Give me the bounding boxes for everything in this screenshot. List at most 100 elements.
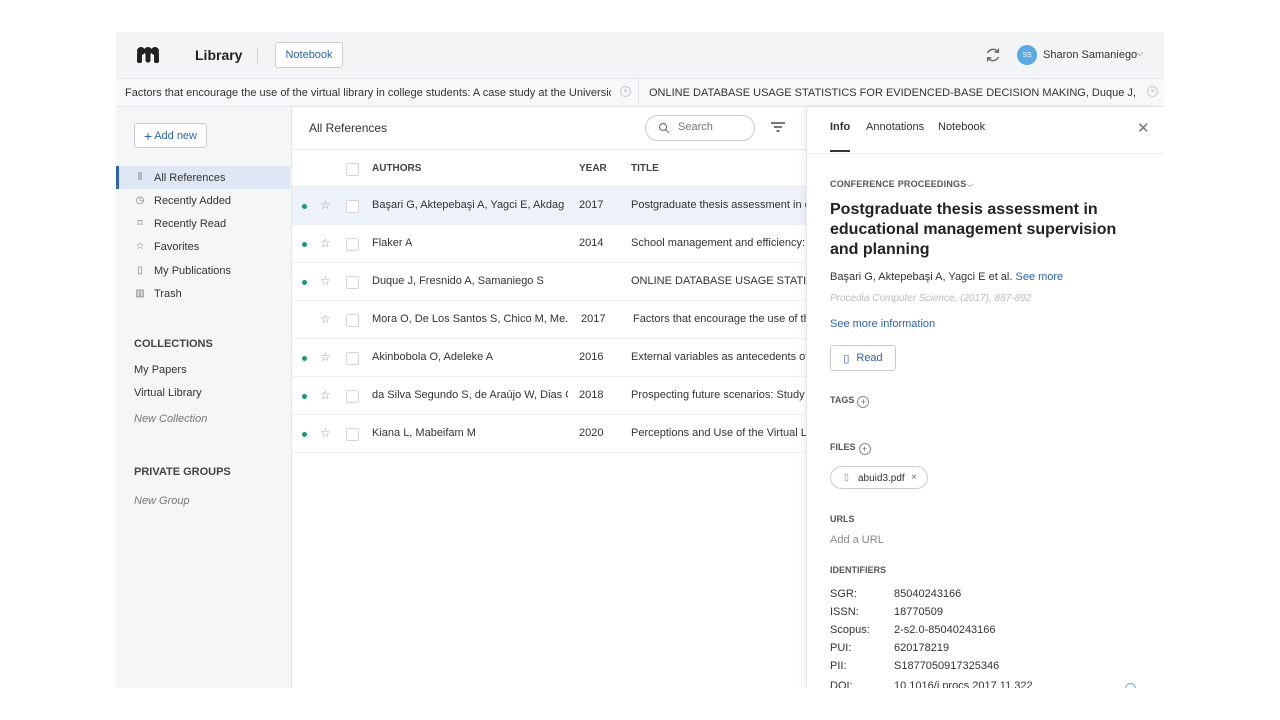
column-header-title[interactable]: TITLE <box>631 163 659 174</box>
row-authors: Flaker A <box>372 237 413 249</box>
sidebar-item-all-references[interactable]: ⫴ All References <box>116 166 290 189</box>
library-icon: ⫴ <box>137 172 143 183</box>
row-year: 2017 <box>579 199 604 211</box>
private-groups-heading: PRIVATE GROUPS <box>134 466 231 478</box>
tab-notebook[interactable]: Notebook <box>938 121 985 133</box>
new-collection-button[interactable]: New Collection <box>134 413 207 425</box>
details-panel: Info Annotations Notebook ✕ CONFERENCE P… <box>806 107 1164 688</box>
unread-dot <box>302 356 307 361</box>
bookmark-icon: ⌑ <box>137 218 143 229</box>
file-chip[interactable]: ▯ abuid3.pdf × <box>830 466 928 489</box>
add-new-button[interactable]: + Add new <box>134 123 207 148</box>
row-year: 2016 <box>579 351 604 363</box>
sidebar-item-favorites[interactable]: ☆ Favorites <box>116 235 290 258</box>
help-icon[interactable] <box>1125 683 1136 688</box>
table-row[interactable]: ☆ da Silva Segundo S, de Araújo W, Dias … <box>292 377 806 415</box>
document-type-select[interactable]: CONFERENCE PROCEEDINGS⌵ <box>830 179 973 190</box>
table-row[interactable]: ☆ Duque J, Fresnido A, Samaniego S ONLIN… <box>292 263 806 301</box>
close-tab-icon[interactable]: × <box>1147 86 1158 97</box>
table-row[interactable]: ☆ Mora O, De Los Santos S, Chico M, Me..… <box>292 301 806 339</box>
sidebar-item-recently-read[interactable]: ⌑ Recently Read <box>116 212 290 235</box>
favorite-star-icon[interactable]: ☆ <box>320 274 331 288</box>
row-checkbox[interactable] <box>346 428 359 441</box>
tab-info[interactable]: Info <box>830 121 850 133</box>
row-checkbox[interactable] <box>346 200 359 213</box>
document-authors: Başari G, Aktepebaşi A, Yagci E et al. S… <box>830 271 1063 283</box>
row-year: 2018 <box>579 389 604 401</box>
sidebar-item-my-publications[interactable]: ▯ My Publications <box>116 259 290 282</box>
table-row[interactable]: ☆ Akinbobola O, Adeleke A 2016 External … <box>292 339 806 377</box>
table-header: AUTHORS YEAR TITLE <box>292 149 806 187</box>
publication-icon: ▯ <box>137 265 143 276</box>
row-authors: Kiana L, Mabeifam M <box>372 427 476 439</box>
favorite-star-icon[interactable]: ☆ <box>320 350 331 364</box>
close-tab-icon[interactable]: × <box>620 86 631 97</box>
row-authors: Mora O, De Los Santos S, Chico M, Me... <box>372 313 568 325</box>
select-all-checkbox[interactable] <box>346 163 359 176</box>
row-checkbox[interactable] <box>346 390 359 403</box>
favorite-star-icon[interactable]: ☆ <box>320 388 331 402</box>
identifiers-label: IDENTIFIERS <box>830 565 887 575</box>
close-icon[interactable]: ✕ <box>1137 119 1150 137</box>
favorite-star-icon[interactable]: ☆ <box>320 236 331 250</box>
sidebar-item-label: Favorites <box>154 240 200 253</box>
add-file-icon[interactable]: + <box>858 443 871 455</box>
see-more-link[interactable]: See more <box>1015 271 1063 283</box>
row-authors: Başari G, Aktepebaşi A, Yagci E, Akdag S <box>372 199 568 211</box>
library-title: Library <box>195 47 243 63</box>
book-icon: ▯ <box>843 352 850 365</box>
row-checkbox[interactable] <box>346 314 359 327</box>
add-tag-icon[interactable]: + <box>857 396 870 408</box>
column-header-authors[interactable]: AUTHORS <box>372 163 421 174</box>
chevron-down-icon[interactable]: ⌵ <box>1136 48 1144 59</box>
table-row[interactable]: ☆ Başari G, Aktepebaşi A, Yagci E, Akdag… <box>292 187 806 225</box>
row-title: Prospecting future scenarios: Study im <box>631 389 806 401</box>
unread-dot <box>302 432 307 437</box>
document-tab-title: Factors that encourage the use of the vi… <box>125 86 611 99</box>
document-tab-title: ONLINE DATABASE USAGE STATISTICS FOR EVI… <box>649 86 1139 99</box>
mendeley-logo-icon[interactable] <box>134 44 162 66</box>
document-title[interactable]: Postgraduate thesis assessment in educat… <box>830 200 1140 260</box>
identifier-value: 18770509 <box>894 606 943 618</box>
sidebar-item-label: Recently Added <box>154 194 232 207</box>
filter-icon[interactable] <box>770 120 786 134</box>
table-row[interactable]: ☆ Kiana L, Mabeifam M 2020 Perceptions a… <box>292 415 806 453</box>
row-checkbox[interactable] <box>346 352 359 365</box>
read-button[interactable]: ▯ Read <box>830 345 896 371</box>
sidebar-item-recently-added[interactable]: ◷ Recently Added <box>116 189 290 212</box>
identifier-value: 2-s2.0-85040243166 <box>894 624 996 636</box>
search-box[interactable] <box>645 115 755 141</box>
collection-item[interactable]: My Papers <box>134 364 187 376</box>
favorite-star-icon[interactable]: ☆ <box>320 426 331 440</box>
row-authors: Akinbobola O, Adeleke A <box>372 351 494 363</box>
tags-label: TAGS <box>830 395 855 405</box>
favorite-star-icon[interactable]: ☆ <box>320 312 331 326</box>
collection-item[interactable]: Virtual Library <box>134 387 202 399</box>
sidebar-item-label: My Publications <box>154 264 232 277</box>
unread-dot <box>302 242 307 247</box>
identifier-value: 85040243166 <box>894 588 962 600</box>
see-more-information-link[interactable]: See more information <box>830 318 935 330</box>
search-icon <box>658 122 670 134</box>
sidebar-item-trash[interactable]: ▥ Trash <box>116 282 290 305</box>
favorite-star-icon[interactable]: ☆ <box>320 198 331 212</box>
notebook-button[interactable]: Notebook <box>275 42 343 68</box>
user-name[interactable]: Sharon Samaniego <box>1043 49 1137 61</box>
user-avatar[interactable]: SS <box>1017 45 1037 65</box>
column-header-year[interactable]: YEAR <box>579 163 607 174</box>
row-checkbox[interactable] <box>346 276 359 289</box>
row-authors: Duque J, Fresnido A, Samaniego S <box>372 275 544 287</box>
table-row[interactable]: ☆ Flaker A 2014 School management and ef… <box>292 225 806 263</box>
sync-icon[interactable] <box>984 46 1002 64</box>
page-title: All References <box>309 121 388 135</box>
remove-file-icon[interactable]: × <box>911 472 917 483</box>
new-group-button[interactable]: New Group <box>134 495 190 507</box>
document-tabs-bar: Factors that encourage the use of the vi… <box>116 79 1164 107</box>
tab-annotations[interactable]: Annotations <box>866 121 924 133</box>
row-title: School management and efficiency: Ar <box>631 237 806 249</box>
search-input[interactable] <box>676 120 750 134</box>
row-checkbox[interactable] <box>346 238 359 251</box>
add-url-field[interactable]: Add a URL <box>830 534 884 546</box>
document-tab[interactable]: Factors that encourage the use of the vi… <box>125 79 637 106</box>
document-tab[interactable]: ONLINE DATABASE USAGE STATISTICS FOR EVI… <box>638 79 1164 106</box>
